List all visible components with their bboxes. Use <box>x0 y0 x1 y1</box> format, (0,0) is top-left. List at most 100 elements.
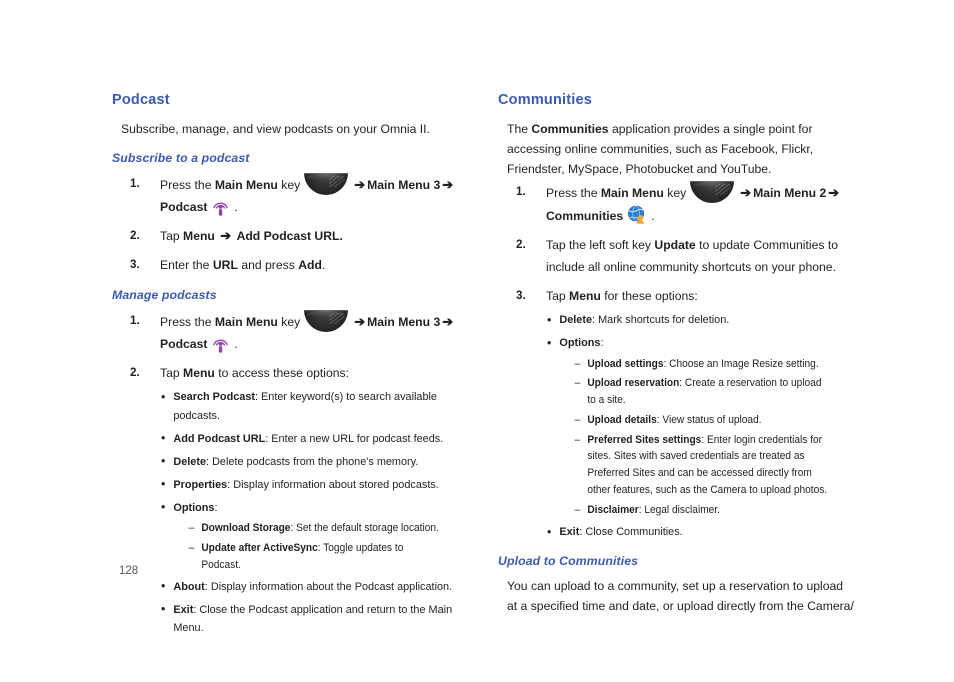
subheading-manage-podcasts: Manage podcasts <box>112 288 217 302</box>
step-item: 2. Tap Menu to access these options: • S… <box>112 362 470 638</box>
communities-app-icon <box>626 204 648 226</box>
step-period: . <box>234 200 238 214</box>
suboption-term: Update after ActiveSync <box>201 541 318 554</box>
option-desc: : Display information about the Podcast … <box>204 580 453 593</box>
sub-list-item: – Upload reservation: Create a reservati… <box>575 375 829 409</box>
sub-list-item: – Download Storage: Set the default stor… <box>189 520 443 537</box>
step-text-mid: and press <box>241 258 295 272</box>
step-text-mid: to access these options: <box>218 366 350 380</box>
step-bold-main-menu: Main Menu <box>214 315 278 329</box>
list-item: • Add Podcast URL: Enter a new URL for p… <box>160 430 456 449</box>
option-desc: : Close the Podcast application and retu… <box>173 603 453 635</box>
intro-pre: The <box>507 122 532 136</box>
bullet-icon: • <box>160 388 166 404</box>
step-number: 1. <box>516 185 526 198</box>
main-menu-key-icon <box>690 181 735 203</box>
podcast-app-icon <box>210 333 231 354</box>
sub-list-item: – Upload details: View status of upload. <box>575 412 829 429</box>
option-desc: : <box>600 337 604 349</box>
list-item: • About: Display information about the P… <box>160 578 456 597</box>
option-term: Properties <box>173 478 228 491</box>
list-item: • Delete: Mark shortcuts for deletion. <box>546 311 842 330</box>
step-bold-main-menu-2: Main Menu 2 <box>753 186 827 200</box>
step-text-mid: key <box>281 315 301 329</box>
step-bold-update: Update <box>654 238 696 252</box>
step-item: 1. Press the Main Menu key ➔ Main Menu 3 ➔ … <box>112 310 470 355</box>
step-text-pre: Tap <box>160 229 180 243</box>
step-number: 3. <box>516 289 526 302</box>
step-period: . <box>234 337 238 351</box>
step-text-pre: Tap <box>546 289 566 303</box>
step-bold-communities: Communities <box>546 209 624 223</box>
communities-intro-text: The Communities application provides a s… <box>498 119 856 179</box>
page-title-communities: Communities <box>498 92 593 108</box>
communities-steps-list: 1. Press the Main Menu key ➔ Main Menu 2 ➔ … <box>498 181 856 542</box>
step-bold-menu: Menu <box>183 229 215 243</box>
step-text-mid: key <box>667 186 687 200</box>
option-desc: : Delete podcasts from the phone's memor… <box>206 455 419 468</box>
option-desc: : Enter a new URL for podcast feeds. <box>265 432 444 445</box>
bullet-icon: • <box>160 499 166 514</box>
option-term: Options <box>559 337 601 349</box>
suboption-term: Preferred Sites settings <box>587 433 702 446</box>
communities-menu-options-list: • Delete: Mark shortcuts for deletion. •… <box>546 311 856 542</box>
step-text-pre: Press the <box>546 186 598 200</box>
list-item: • Exit: Close Communities. <box>546 523 842 542</box>
subheading-upload-to-communities: Upload to Communities <box>498 553 639 568</box>
suboption-term: Upload settings <box>587 357 664 370</box>
list-item: • Properties: Display information about … <box>160 476 456 495</box>
arrow-icon: ➔ <box>220 228 232 243</box>
dash-icon: – <box>574 377 581 390</box>
bullet-icon: • <box>546 334 552 350</box>
dash-icon: – <box>574 433 581 446</box>
suboption-desc: : Legal disclaimer. <box>638 503 720 516</box>
bullet-icon: • <box>160 601 166 617</box>
main-menu-key-icon <box>304 310 349 332</box>
list-item: • Search Podcast: Enter keyword(s) to se… <box>160 388 456 425</box>
right-column: Communities The Communities application … <box>498 92 856 618</box>
arrow-icon: ➔ <box>740 185 752 200</box>
option-desc: : <box>214 501 218 514</box>
page-number: 128 <box>119 565 139 577</box>
list-item: • Options: – Upload settings: Choose an … <box>546 334 842 519</box>
step-bold-podcast: Podcast <box>160 200 208 214</box>
step-text-mid: for these options: <box>604 289 698 303</box>
podcast-menu-options-list: • Search Podcast: Enter keyword(s) to se… <box>160 388 470 638</box>
step-text-mid: key <box>281 178 301 192</box>
arrow-icon: ➔ <box>442 314 454 329</box>
intro-bold-communities: Communities <box>531 122 609 136</box>
arrow-icon: ➔ <box>828 185 840 200</box>
step-bold-podcast: Podcast <box>160 337 208 351</box>
step-bold-menu: Menu <box>569 289 601 303</box>
step-text-pre: Press the <box>160 178 212 192</box>
page-title-podcast: Podcast <box>112 92 170 108</box>
dash-icon: – <box>574 357 581 370</box>
bullet-icon: • <box>160 578 166 594</box>
step-number: 2. <box>516 238 526 251</box>
dash-icon: – <box>188 522 195 534</box>
suboption-term: Disclaimer <box>587 503 639 516</box>
main-menu-key-icon <box>304 173 349 195</box>
subheading-subscribe-to-a-podcast: Subscribe to a podcast <box>112 151 250 165</box>
option-desc: : Mark shortcuts for deletion. <box>592 314 730 326</box>
subscribe-steps-list: 1. Press the Main Menu key ➔ Main Menu 3 ➔ … <box>112 173 470 276</box>
suboption-desc: : View status of upload. <box>656 413 762 426</box>
podcast-app-icon <box>210 196 231 217</box>
option-desc: : Close Communities. <box>579 526 683 539</box>
list-item: • Exit: Close the Podcast application an… <box>160 601 456 638</box>
list-item: • Delete: Delete podcasts from the phone… <box>160 453 456 472</box>
step-text-pre: Tap <box>160 366 180 380</box>
bullet-icon: • <box>160 476 166 491</box>
step-bold-main-menu: Main Menu <box>600 186 664 200</box>
option-term: Exit <box>173 603 194 616</box>
suboption-term: Download Storage <box>201 522 291 534</box>
suboption-term: Upload reservation <box>587 377 680 390</box>
bullet-icon: • <box>546 311 552 327</box>
bullet-icon: • <box>546 523 552 539</box>
podcast-options-sublist: – Download Storage: Set the default stor… <box>173 520 456 573</box>
step-item: 2. Tap Menu ➔ Add Podcast URL. <box>112 225 470 247</box>
step-number: 1. <box>130 314 140 327</box>
option-term: Delete <box>173 455 207 468</box>
step-bold-menu: Menu <box>183 366 215 380</box>
podcast-intro-text: Subscribe, manage, and view podcasts on … <box>121 122 430 136</box>
